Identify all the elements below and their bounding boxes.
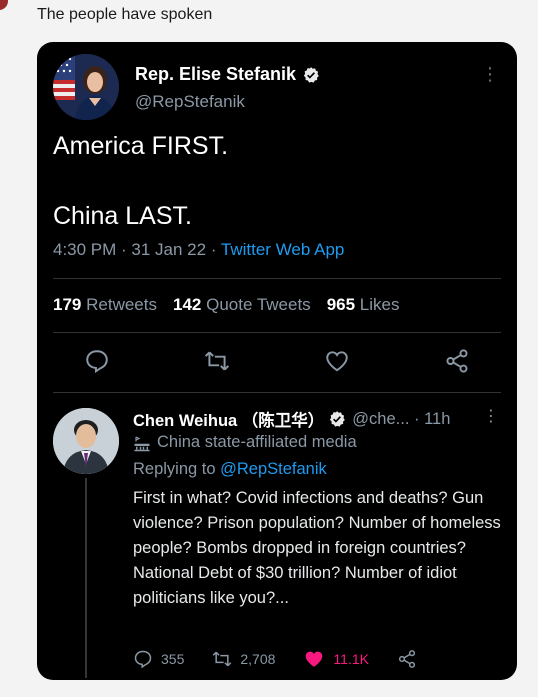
tweet-actions-bar [37,348,517,378]
retweet-icon[interactable] [204,348,230,374]
thread-line [85,478,87,678]
author-display-name[interactable]: Rep. Elise Stefanik [135,64,320,85]
corner-avatar[interactable] [0,0,8,10]
share-icon [398,650,416,668]
more-icon[interactable]: ⋮ [481,64,499,85]
reply-author-avatar[interactable] [53,408,119,474]
quote-tweets-stat[interactable]: 142 Quote Tweets [173,295,311,315]
reply-text: First in what? Covid infections and deat… [133,489,501,607]
reply-replies-count: 355 [161,651,185,667]
replying-mention-link[interactable]: @RepStefanik [220,460,327,478]
likes-label: Likes [359,295,400,314]
likes-count: 965 [326,295,356,314]
retweets-stat[interactable]: 179 Retweets [53,295,157,315]
tweet-text-line-1: America FIRST. [53,132,229,160]
quotes-label: Quote Tweets [206,295,311,314]
like-icon[interactable] [324,348,350,374]
reply-name-text[interactable]: Chen Weihua （陈卫华） [133,407,324,431]
government-building-icon [134,435,150,451]
reply-retweets-count: 2,708 [240,651,276,667]
reply-retweet-button[interactable]: 2,708 [212,649,275,669]
reply-actions-bar: 355 2,708 11.1K [133,646,445,672]
reply-icon[interactable] [84,348,110,374]
tweet-source-app[interactable]: Twitter Web App [221,240,344,259]
quotes-count: 142 [172,295,202,314]
author-name-text[interactable]: Rep. Elise Stefanik [135,64,296,85]
retweet-icon [213,651,232,667]
reply-likes-count: 11.1K [333,651,369,667]
verified-badge-icon [330,411,346,427]
replying-prefix: Replying to [133,460,221,478]
state-affiliated-label[interactable]: China state-affiliated media [133,433,357,452]
post-caption: The people have spoken [37,6,213,23]
likes-stat[interactable]: 965 Likes [327,295,400,315]
share-icon[interactable] [444,348,470,374]
verified-badge-icon [303,66,319,83]
tweet-text-line-2: China LAST. [53,202,192,230]
reply-handle-time[interactable]: @che... · 11h [352,410,450,429]
reply-reply-button[interactable]: 355 [133,649,184,669]
reply-share-button[interactable] [397,649,417,669]
tweet-time[interactable]: 4:30 PM · 31 Jan 22 · [53,240,221,259]
retweets-count: 179 [53,295,82,314]
more-icon[interactable]: ⋮ [483,406,499,426]
reply-like-button[interactable]: 11.1K [303,648,369,670]
affiliation-text: China state-affiliated media [157,433,357,451]
reply-icon [134,650,152,669]
author-handle[interactable]: @RepStefanik [135,92,245,112]
replying-to: Replying to @RepStefanik [133,460,327,479]
divider [53,278,501,279]
tweet-timestamp: 4:30 PM · 31 Jan 22 · Twitter Web App [53,240,344,260]
reply-author-name[interactable]: Chen Weihua （陈卫华） @che... · 11h [133,407,450,431]
author-avatar[interactable] [53,54,119,120]
tweet-screenshot-card: Rep. Elise Stefanik @RepStefanik ⋮ Ameri… [37,42,517,680]
divider [53,392,501,393]
divider [53,332,501,333]
retweets-label: Retweets [86,295,157,314]
tweet-stats: 179 Retweets 142 Quote Tweets 965 Likes [53,295,399,315]
like-filled-icon [306,651,323,667]
